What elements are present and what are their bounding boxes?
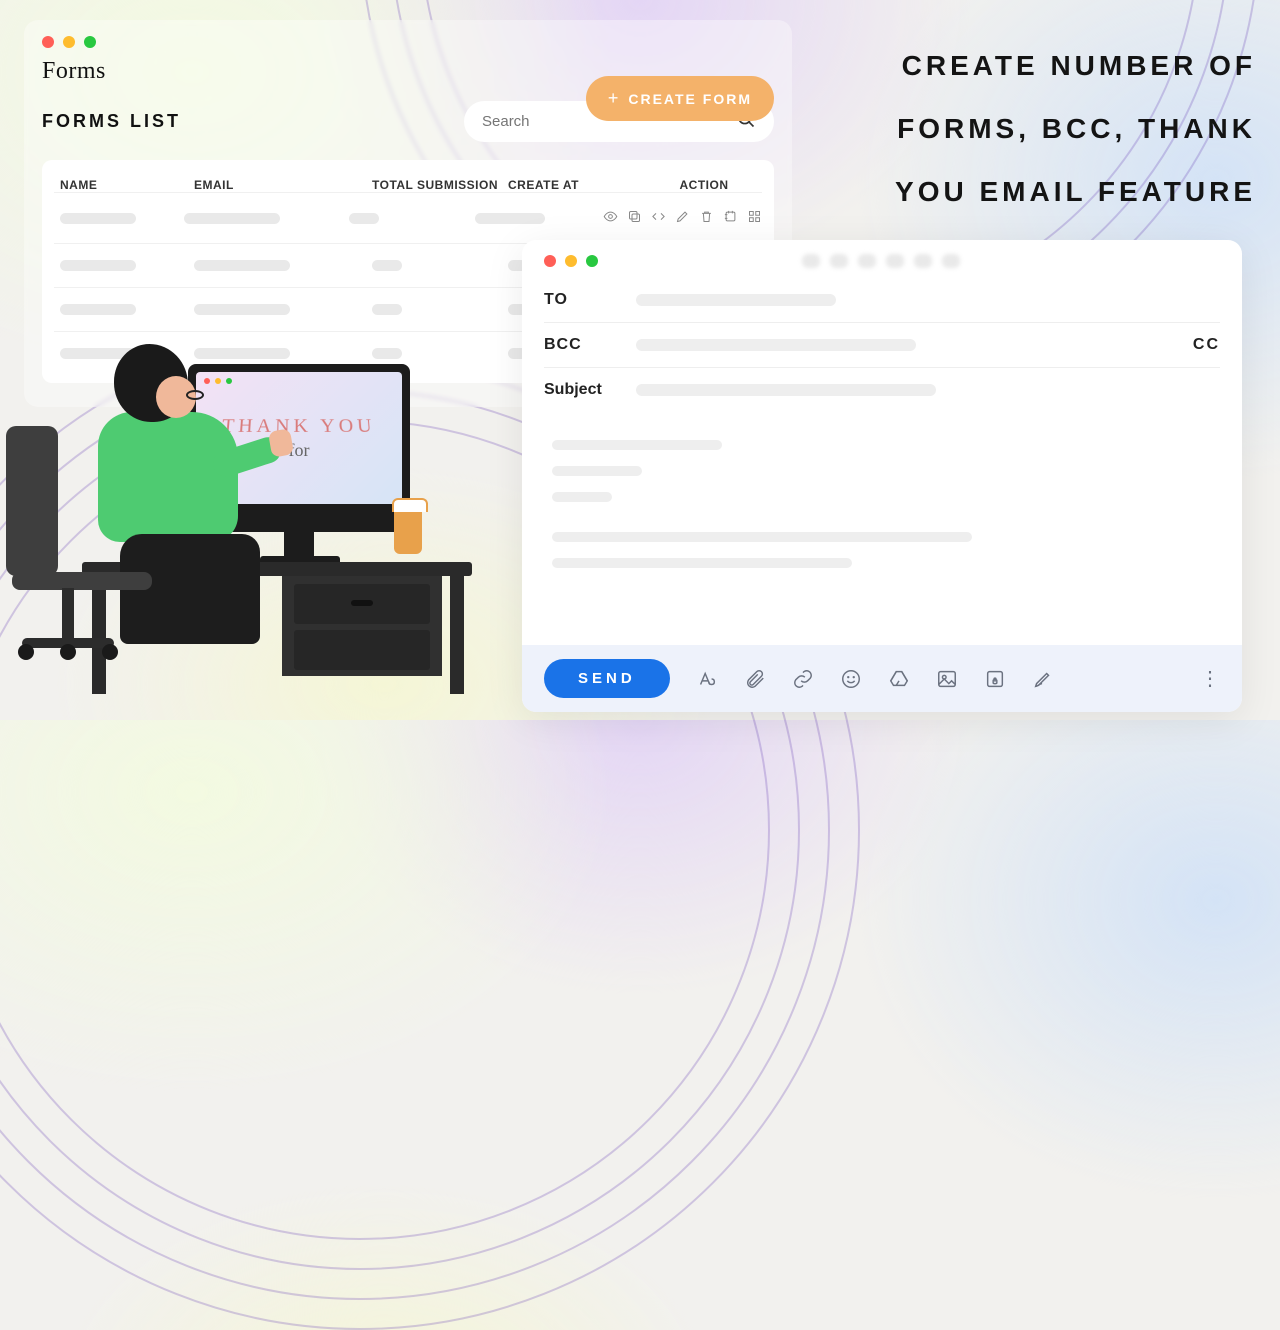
format-text-icon[interactable] bbox=[696, 668, 718, 690]
subject-row: Subject bbox=[544, 368, 1220, 412]
send-label: SEND bbox=[578, 670, 636, 687]
send-button[interactable]: SEND bbox=[544, 659, 670, 698]
window-controls bbox=[544, 255, 598, 267]
delete-icon[interactable] bbox=[699, 209, 714, 227]
view-icon[interactable] bbox=[603, 209, 618, 227]
row-actions bbox=[603, 209, 762, 227]
copy-icon[interactable] bbox=[627, 209, 642, 227]
to-label: TO bbox=[544, 291, 636, 309]
subject-field[interactable] bbox=[636, 384, 936, 396]
confidential-icon[interactable] bbox=[984, 668, 1006, 690]
edit-icon[interactable] bbox=[675, 209, 690, 227]
signature-icon[interactable] bbox=[1032, 668, 1054, 690]
bcc-label: BCC bbox=[544, 336, 636, 354]
col-created: CREATE AT bbox=[508, 178, 646, 192]
table-header: NAME EMAIL TOTAL SUBMISSION CREATE AT AC… bbox=[54, 178, 762, 192]
col-submission: TOTAL SUBMISSION bbox=[372, 178, 508, 192]
minimize-dot[interactable] bbox=[565, 255, 577, 267]
col-action: ACTION bbox=[646, 178, 762, 192]
maximize-dot[interactable] bbox=[586, 255, 598, 267]
email-compose-panel: TO BCC CC Subject SEND ⋮ bbox=[522, 240, 1242, 712]
create-form-label: CREATE FORM bbox=[628, 91, 752, 107]
to-row: TO bbox=[544, 278, 1220, 323]
window-controls bbox=[42, 36, 774, 48]
cc-toggle[interactable]: CC bbox=[1193, 336, 1220, 354]
duplicate-icon[interactable] bbox=[723, 209, 738, 227]
minimize-dot[interactable] bbox=[63, 36, 75, 48]
bcc-row: BCC CC bbox=[544, 323, 1220, 368]
drive-icon[interactable] bbox=[888, 668, 910, 690]
col-name: NAME bbox=[54, 178, 194, 192]
plus-icon: + bbox=[608, 88, 621, 109]
table-row bbox=[54, 192, 762, 243]
email-toolbar: SEND ⋮ bbox=[522, 645, 1242, 712]
bcc-field[interactable] bbox=[636, 339, 916, 351]
image-icon[interactable] bbox=[936, 668, 958, 690]
create-form-button[interactable]: + CREATE FORM bbox=[586, 76, 774, 121]
email-body[interactable] bbox=[522, 420, 1242, 645]
code-icon[interactable] bbox=[651, 209, 666, 227]
subject-label: Subject bbox=[544, 381, 636, 399]
col-email: EMAIL bbox=[194, 178, 372, 192]
emoji-icon[interactable] bbox=[840, 668, 862, 690]
more-options-icon[interactable]: ⋮ bbox=[1200, 666, 1220, 691]
close-dot[interactable] bbox=[42, 36, 54, 48]
marketing-headline: CREATE NUMBER OF FORMS, BCC, THANK YOU E… bbox=[836, 34, 1256, 223]
close-dot[interactable] bbox=[544, 255, 556, 267]
to-field[interactable] bbox=[636, 294, 836, 306]
expand-icon[interactable] bbox=[747, 209, 762, 227]
maximize-dot[interactable] bbox=[84, 36, 96, 48]
person-illustration: THANK YOU for bbox=[0, 338, 512, 728]
link-icon[interactable] bbox=[792, 668, 814, 690]
attachment-icon[interactable] bbox=[744, 668, 766, 690]
forms-list-heading: FORMS LIST bbox=[42, 111, 181, 132]
